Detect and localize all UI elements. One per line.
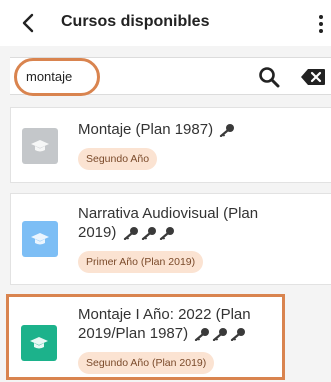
key-icon (220, 124, 235, 138)
key-icon (213, 328, 228, 342)
course-title-line: Montaje I Año: 2022 (Plan (78, 306, 251, 323)
search-icon (259, 67, 280, 88)
graduation-cap-icon (31, 233, 49, 245)
course-card[interactable]: Narrativa Audiovisual (Plan 2019) Primer… (10, 193, 331, 285)
more-vertical-icon (319, 15, 323, 33)
search-bar (10, 57, 331, 95)
course-year-badge: Segundo Año (78, 148, 158, 170)
course-title: Montaje I Año: 2022 (Plan 2019/Plan 1987… (78, 305, 251, 343)
page-title: Cursos disponibles (61, 13, 210, 30)
graduation-cap-icon (31, 140, 49, 152)
chevron-left-icon (22, 13, 34, 33)
key-icon (231, 328, 246, 342)
back-button[interactable] (14, 9, 42, 37)
graduation-cap-icon (30, 337, 48, 349)
key-icons (213, 121, 235, 138)
course-title-line: 2019) (78, 224, 117, 241)
course-title-line: 2019/Plan 1987) (78, 325, 189, 342)
course-icon-tile (21, 325, 57, 361)
key-icons (116, 224, 174, 241)
course-card-highlighted[interactable]: Montaje I Año: 2022 (Plan 2019/Plan 1987… (6, 294, 285, 380)
key-icon (195, 328, 210, 342)
clear-search-button[interactable] (298, 66, 328, 88)
course-icon-tile (22, 128, 58, 164)
course-year-badge: Segundo Año (Plan 2019) (78, 352, 215, 374)
app-header: Cursos disponibles (0, 0, 331, 46)
key-icon (159, 227, 174, 241)
course-title: Narrativa Audiovisual (Plan 2019) (78, 204, 258, 242)
key-icons (188, 325, 246, 342)
key-icon (141, 227, 156, 241)
search-button[interactable] (256, 64, 282, 90)
course-card[interactable]: Montaje (Plan 1987) Segundo Año (10, 107, 331, 183)
more-options-button[interactable] (312, 10, 330, 38)
course-icon-tile (22, 221, 58, 257)
course-year-badge: Primer Año (Plan 2019) (78, 251, 204, 273)
key-icon (123, 227, 138, 241)
search-input[interactable] (14, 61, 244, 91)
course-title-line: Montaje (Plan 1987) (78, 121, 214, 138)
course-title: Montaje (Plan 1987) (78, 120, 235, 139)
course-title-line: Narrativa Audiovisual (Plan (78, 205, 259, 222)
backspace-clear-icon (301, 69, 325, 85)
